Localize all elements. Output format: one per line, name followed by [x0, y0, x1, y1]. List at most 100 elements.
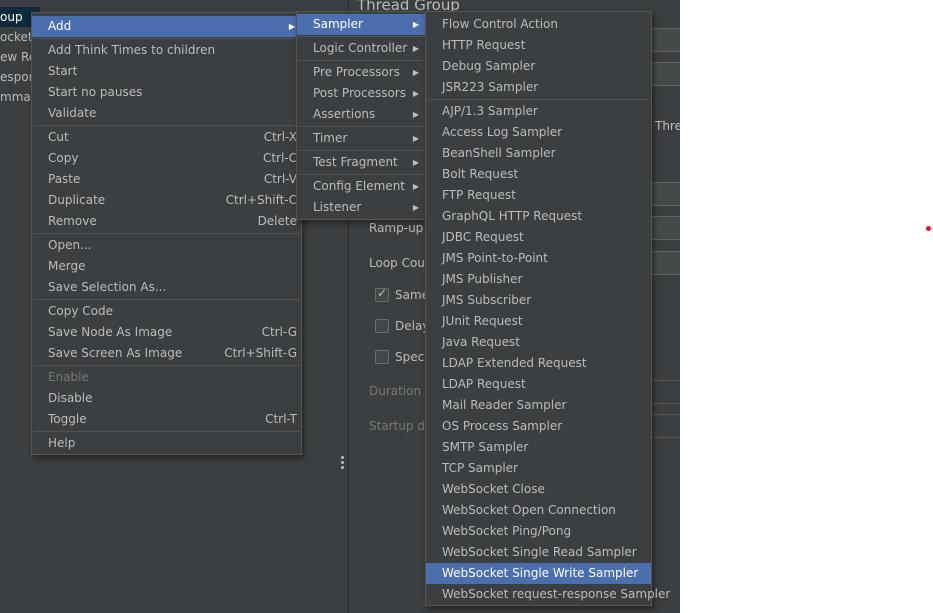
- menu-item-help[interactable]: Help: [32, 433, 301, 454]
- menu-item-label: Java Request: [442, 335, 520, 349]
- shortcut-label: Delete: [257, 214, 297, 228]
- grip-dot: [341, 466, 344, 469]
- menu-separator: [33, 125, 300, 126]
- menu-item-label: Paste: [48, 172, 81, 186]
- sampler-item[interactable]: Mail Reader Sampler: [426, 395, 651, 416]
- sampler-item[interactable]: WebSocket Close: [426, 479, 651, 500]
- shortcut-label: Ctrl-T: [265, 412, 297, 426]
- menu-separator: [298, 60, 424, 61]
- sampler-item[interactable]: JMS Publisher: [426, 269, 651, 290]
- menu-item-pre-processors[interactable]: Pre Processors ▶: [297, 62, 425, 83]
- same-user-checkbox[interactable]: [375, 286, 389, 302]
- menu-item-open[interactable]: Open...: [32, 235, 301, 256]
- menu-item-listener[interactable]: Listener ▶: [297, 197, 425, 218]
- sampler-item[interactable]: WebSocket request-response Sampler: [426, 584, 670, 605]
- menu-item-timer[interactable]: Timer ▶: [297, 128, 425, 149]
- menu-separator: [33, 431, 300, 432]
- menu-item-add[interactable]: Add ▶: [32, 16, 301, 37]
- menu-item-config-element[interactable]: Config Element ▶: [297, 176, 425, 197]
- menu-separator: [33, 365, 300, 366]
- sampler-item[interactable]: Bolt Request: [426, 164, 651, 185]
- sampler-item[interactable]: FTP Request: [426, 185, 651, 206]
- shortcut-label: Ctrl-G: [261, 325, 297, 339]
- menu-item-label: TCP Sampler: [442, 461, 518, 475]
- sampler-item[interactable]: GraphQL HTTP Request: [426, 206, 651, 227]
- menu-item-label: Assertions: [313, 107, 376, 121]
- menu-item-start[interactable]: Start: [32, 61, 301, 82]
- menu-item-add-think-times[interactable]: Add Think Times to children: [32, 40, 301, 61]
- menu-item-post-processors[interactable]: Post Processors ▶: [297, 83, 425, 104]
- menu-item-label: Sampler: [313, 17, 363, 31]
- menu-item-assertions[interactable]: Assertions ▶: [297, 104, 425, 125]
- menu-item-label: Config Element: [313, 179, 405, 193]
- sampler-item[interactable]: WebSocket Open Connection: [426, 500, 651, 521]
- sampler-item[interactable]: LDAP Extended Request: [426, 353, 651, 374]
- sampler-item[interactable]: WebSocket Ping/Pong: [426, 521, 651, 542]
- menu-item-test-fragment[interactable]: Test Fragment ▶: [297, 152, 425, 173]
- sampler-item[interactable]: LDAP Request: [426, 374, 651, 395]
- menu-separator: [33, 38, 300, 39]
- menu-item-label: Remove: [48, 214, 97, 228]
- sampler-item[interactable]: OS Process Sampler: [426, 416, 651, 437]
- menu-item-label: JMS Publisher: [442, 272, 523, 286]
- menu-item-save-selection[interactable]: Save Selection As...: [32, 277, 301, 298]
- sampler-item[interactable]: Debug Sampler: [426, 56, 651, 77]
- menu-item-label: Debug Sampler: [442, 59, 536, 73]
- menu-item-label: GraphQL HTTP Request: [442, 209, 583, 223]
- menu-item-merge[interactable]: Merge: [32, 256, 301, 277]
- sampler-item[interactable]: AJP/1.3 Sampler: [426, 101, 651, 122]
- sampler-item[interactable]: JMS Point-to-Point: [426, 248, 651, 269]
- jmeter-window: oup ocket S ew Res espons mmar Thread Gr…: [0, 0, 680, 613]
- menu-item-label: Access Log Sampler: [442, 125, 563, 139]
- sampler-item[interactable]: WebSocket Single Read Sampler: [426, 542, 651, 563]
- menu-item-remove[interactable]: Remove Delete: [32, 211, 301, 232]
- menu-item-label: Save Node As Image: [48, 325, 173, 339]
- menu-item-duplicate[interactable]: Duplicate Ctrl+Shift-C: [32, 190, 301, 211]
- menu-item-label: LDAP Request: [442, 377, 526, 391]
- menu-item-toggle[interactable]: Toggle Ctrl-T: [32, 409, 301, 430]
- sampler-item[interactable]: TCP Sampler: [426, 458, 651, 479]
- menu-item-label: Merge: [48, 259, 86, 273]
- menu-item-label: Bolt Request: [442, 167, 519, 181]
- sampler-item[interactable]: HTTP Request: [426, 35, 651, 56]
- menu-item-label: JDBC Request: [442, 230, 524, 244]
- menu-item-copy-code[interactable]: Copy Code: [32, 301, 301, 322]
- menu-item-paste[interactable]: Paste Ctrl-V: [32, 169, 301, 190]
- sampler-item[interactable]: JUnit Request: [426, 311, 651, 332]
- menu-item-cut[interactable]: Cut Ctrl-X: [32, 127, 301, 148]
- submenu-arrow-icon: ▶: [412, 68, 419, 77]
- menu-separator: [298, 174, 424, 175]
- menu-item-label: Help: [48, 436, 76, 450]
- delay-checkbox[interactable]: [375, 319, 389, 333]
- menu-item-save-screen-image[interactable]: Save Screen As Image Ctrl+Shift-G: [32, 343, 301, 364]
- grip-dot: [341, 456, 344, 459]
- startup-delay-label: Startup de: [369, 419, 433, 433]
- menu-item-start-no-pauses[interactable]: Start no pauses: [32, 82, 301, 103]
- menu-item-disable[interactable]: Disable: [32, 388, 301, 409]
- menu-item-label: AJP/1.3 Sampler: [442, 104, 538, 118]
- sampler-item[interactable]: Flow Control Action: [426, 14, 651, 35]
- sampler-item[interactable]: SMTP Sampler: [426, 437, 651, 458]
- menu-item-label: Open...: [48, 238, 92, 252]
- sampler-item-selected[interactable]: WebSocket Single Write Sampler: [426, 563, 651, 584]
- menu-item-copy[interactable]: Copy Ctrl-C: [32, 148, 301, 169]
- shortcut-label: Ctrl+Shift-G: [224, 346, 297, 360]
- menu-item-validate[interactable]: Validate: [32, 103, 301, 124]
- specify-lifetime-checkbox[interactable]: [375, 350, 389, 364]
- menu-item-enable: Enable: [32, 367, 301, 388]
- sampler-item[interactable]: JSR223 Sampler: [426, 77, 651, 98]
- sampler-item[interactable]: Access Log Sampler: [426, 122, 651, 143]
- sampler-item[interactable]: BeanShell Sampler: [426, 143, 651, 164]
- menu-item-sampler[interactable]: Sampler ▶: [297, 14, 425, 35]
- menu-item-save-node-image[interactable]: Save Node As Image Ctrl-G: [32, 322, 301, 343]
- sampler-item[interactable]: Java Request: [426, 332, 651, 353]
- context-menu: Add ▶ Add Think Times to children Start …: [31, 12, 302, 455]
- sampler-item[interactable]: JDBC Request: [426, 227, 651, 248]
- menu-item-label: WebSocket Single Read Sampler: [442, 545, 637, 559]
- submenu-arrow-icon: ▶: [412, 134, 419, 143]
- menu-item-label: Duplicate: [48, 193, 106, 207]
- submenu-arrow-icon: ▶: [288, 22, 295, 31]
- menu-item-logic-controller[interactable]: Logic Controller ▶: [297, 38, 425, 59]
- sampler-item[interactable]: JMS Subscriber: [426, 290, 651, 311]
- submenu-arrow-icon: ▶: [412, 203, 419, 212]
